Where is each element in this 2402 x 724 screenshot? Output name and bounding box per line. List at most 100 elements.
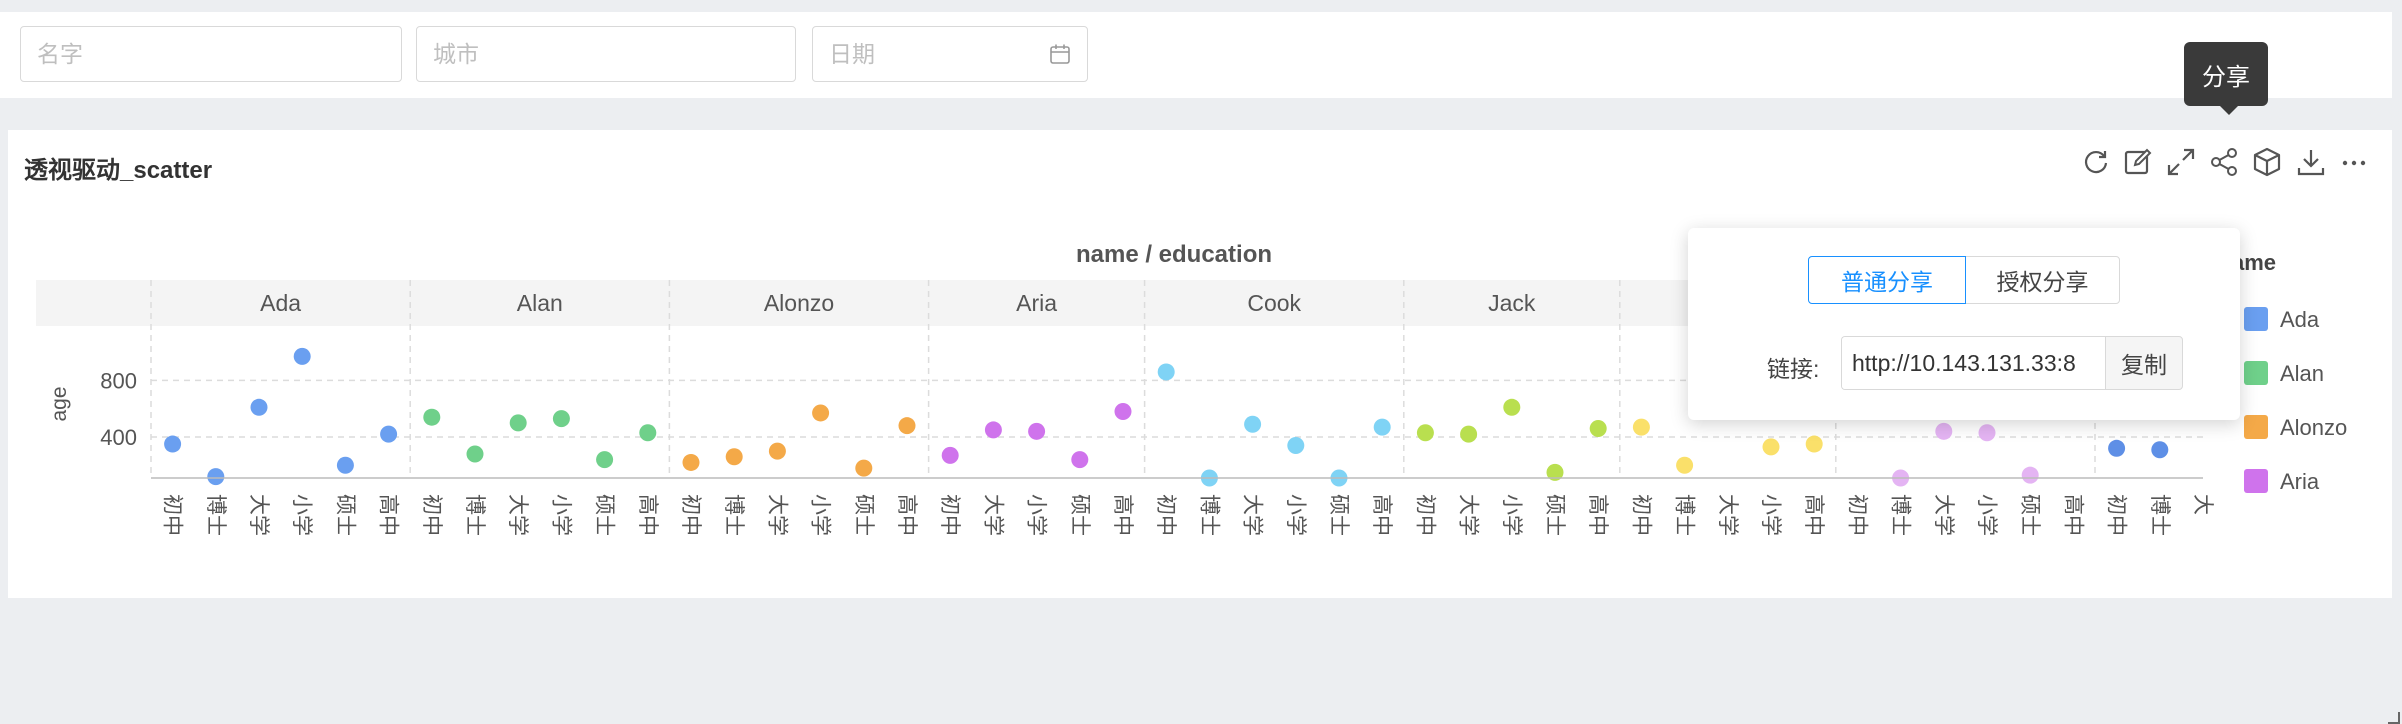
- x-tick-label: 高中: [377, 494, 400, 536]
- name-filter[interactable]: [20, 26, 402, 82]
- x-tick-label: 大学: [765, 494, 788, 536]
- calendar-icon[interactable]: [1049, 43, 1071, 65]
- scatter-point: [1978, 424, 1996, 442]
- scatter-point: [1287, 436, 1305, 454]
- scatter-point: [596, 451, 614, 469]
- y-tick-label: 800: [100, 368, 137, 393]
- x-tick-label: 硕士: [333, 494, 356, 536]
- x-tick-label: 初中: [2105, 494, 2128, 536]
- x-tick-label: 博士: [463, 494, 486, 536]
- link-input[interactable]: [1842, 337, 2105, 389]
- x-tick-label: 高中: [2061, 494, 2084, 536]
- x-tick-label: 硕士: [593, 494, 616, 536]
- x-tick-label: 博士: [722, 494, 745, 536]
- date-input[interactable]: [813, 27, 1087, 81]
- legend-swatch: [2244, 469, 2268, 493]
- tab-normal-share[interactable]: 普通分享: [1808, 256, 1966, 304]
- copy-button[interactable]: 复制: [2105, 336, 2183, 390]
- share-tooltip: 分享: [2184, 42, 2268, 115]
- scatter-point: [466, 445, 484, 463]
- scatter-point: [725, 448, 743, 466]
- legend-swatch: [2244, 307, 2268, 331]
- x-tick-label: 小学: [1759, 494, 1782, 536]
- chart-title: name / education: [1076, 241, 1272, 268]
- x-tick-label: 初中: [1845, 494, 1868, 536]
- city-filter[interactable]: [416, 26, 796, 82]
- scatter-point: [380, 425, 398, 443]
- link-label: 链接:: [1767, 356, 1820, 382]
- x-tick-label: 小学: [1284, 494, 1307, 536]
- scatter-point: [1028, 422, 1046, 440]
- x-tick-label: 大学: [1716, 494, 1739, 536]
- x-tick-label: 初中: [420, 494, 443, 536]
- x-tick-label: 高中: [636, 494, 659, 536]
- x-tick-label: 小学: [1025, 494, 1048, 536]
- x-tick-label: 博士: [1673, 494, 1696, 536]
- x-tick-label: 初中: [938, 494, 961, 536]
- x-tick-label: 博士: [2148, 494, 2171, 536]
- scatter-point: [250, 398, 268, 416]
- y-tick-label: 400: [100, 425, 137, 450]
- scatter-point: [941, 446, 959, 464]
- scatter-point: [423, 408, 441, 426]
- x-tick-label: 初中: [161, 494, 184, 536]
- panel-header-Cook: Cook: [1247, 290, 1301, 316]
- x-tick-label: 大学: [247, 494, 270, 536]
- name-input[interactable]: [21, 27, 401, 81]
- scatter-point: [207, 468, 225, 486]
- x-tick-label: 高中: [895, 494, 918, 536]
- scatter-point: [1416, 424, 1434, 442]
- city-input[interactable]: [417, 27, 795, 81]
- x-tick-label: 大学: [1932, 494, 1955, 536]
- legend-item: Ada: [2280, 307, 2320, 332]
- scatter-point: [509, 414, 527, 432]
- scatter-point: [898, 417, 916, 435]
- scatter-point: [1632, 418, 1650, 436]
- scatter-point: [855, 459, 873, 477]
- legend-item: Alonzo: [2280, 415, 2347, 440]
- scatter-point: [1244, 415, 1262, 433]
- scatter-point: [1935, 422, 1953, 440]
- legend-item: Alan: [2280, 361, 2324, 386]
- x-tick-label: 初中: [1154, 494, 1177, 536]
- scatter-point: [2021, 466, 2039, 484]
- x-tick-label: 小学: [549, 494, 572, 536]
- scatter-point: [336, 456, 354, 474]
- scatter-point: [2151, 441, 2169, 459]
- filter-bar: [0, 12, 2392, 98]
- x-tick-label: 大学: [506, 494, 529, 536]
- x-tick-label: 初中: [1629, 494, 1652, 536]
- tab-authorized-share[interactable]: 授权分享: [1965, 256, 2120, 304]
- link-field[interactable]: [1841, 336, 2105, 390]
- x-tick-label: 大学: [1457, 494, 1480, 536]
- panel-header-Ada: Ada: [260, 290, 301, 316]
- panel-header-Aria: Aria: [1016, 290, 1057, 316]
- scatter-point: [639, 424, 657, 442]
- x-tick-label: 高中: [1802, 494, 1825, 536]
- x-tick-label: 初中: [1413, 494, 1436, 536]
- x-tick-label: 博士: [1889, 494, 1912, 536]
- scatter-point: [2108, 439, 2126, 457]
- x-tick-label: 小学: [1500, 494, 1523, 536]
- x-tick-label: 大学: [1241, 494, 1264, 536]
- x-tick-label: 博士: [204, 494, 227, 536]
- resize-handle[interactable]: [2388, 712, 2400, 724]
- x-tick-label: 高中: [1111, 494, 1134, 536]
- date-filter[interactable]: [812, 26, 1088, 82]
- x-tick-label: 小学: [1975, 494, 1998, 536]
- x-tick-label: 硕士: [1327, 494, 1350, 536]
- x-tick-label: 硕士: [852, 494, 875, 536]
- scatter-point: [1762, 438, 1780, 456]
- legend-item: Aria: [2280, 469, 2320, 494]
- scatter-point: [552, 410, 570, 428]
- scatter-point: [1503, 398, 1521, 416]
- scatter-point: [812, 404, 830, 422]
- legend-swatch: [2244, 415, 2268, 439]
- scatter-point: [1460, 425, 1478, 443]
- scatter-point: [1157, 363, 1175, 381]
- scatter-point: [1676, 456, 1694, 474]
- share-popover: 普通分享 授权分享 链接: 复制: [1688, 228, 2240, 420]
- x-tick-label: 硕士: [2018, 494, 2041, 536]
- scatter-point: [164, 435, 182, 453]
- legend: ame AdaAlanAlonzoAria: [2232, 250, 2347, 494]
